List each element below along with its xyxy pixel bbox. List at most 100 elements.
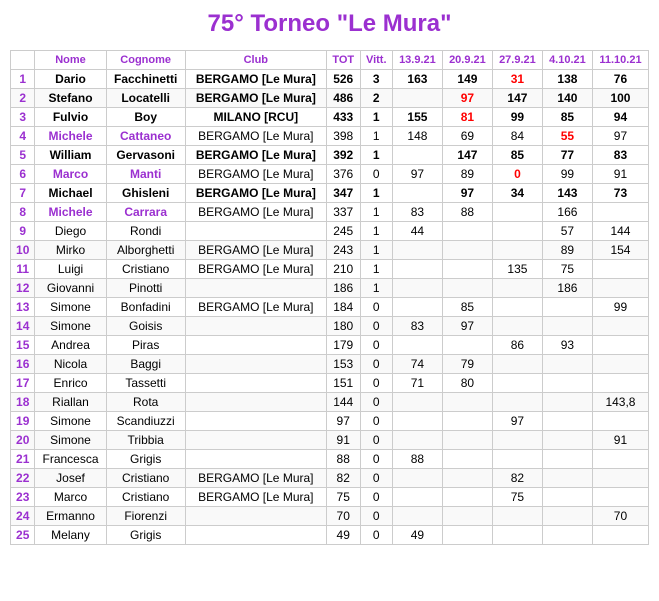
player-cognome: Piras <box>106 336 185 355</box>
player-score-d5: 99 <box>592 298 648 317</box>
player-score-d5: 91 <box>592 431 648 450</box>
player-score-d5: 97 <box>592 127 648 146</box>
player-score-d1 <box>392 507 442 526</box>
table-row: 21FrancescaGrigis88088 <box>11 450 649 469</box>
player-total: 88 <box>326 450 360 469</box>
player-vittorie: 0 <box>360 431 392 450</box>
player-score-d2: 97 <box>442 89 492 108</box>
row-number: 7 <box>11 184 35 203</box>
player-score-d1 <box>392 336 442 355</box>
player-vittorie: 1 <box>360 241 392 260</box>
player-score-d3: 86 <box>492 336 542 355</box>
player-score-d1 <box>392 393 442 412</box>
player-cognome: Baggi <box>106 355 185 374</box>
player-total: 186 <box>326 279 360 298</box>
player-score-d2: 79 <box>442 355 492 374</box>
player-nome: Dario <box>35 70 106 89</box>
player-score-d2: 69 <box>442 127 492 146</box>
player-score-d4 <box>542 298 592 317</box>
player-score-d3 <box>492 222 542 241</box>
player-score-d1: 97 <box>392 165 442 184</box>
player-score-d2: 97 <box>442 317 492 336</box>
player-total: 82 <box>326 469 360 488</box>
player-nome: Marco <box>35 165 106 184</box>
player-score-d3 <box>492 317 542 336</box>
table-row: 12GiovanniPinotti1861186 <box>11 279 649 298</box>
player-score-d4 <box>542 450 592 469</box>
player-vittorie: 1 <box>360 222 392 241</box>
player-score-d2 <box>442 279 492 298</box>
player-score-d1: 71 <box>392 374 442 393</box>
player-total: 97 <box>326 412 360 431</box>
player-club <box>185 450 326 469</box>
row-number: 5 <box>11 146 35 165</box>
row-number: 19 <box>11 412 35 431</box>
player-vittorie: 0 <box>360 412 392 431</box>
player-score-d5 <box>592 336 648 355</box>
player-club: BERGAMO [Le Mura] <box>185 469 326 488</box>
player-nome: Nicola <box>35 355 106 374</box>
player-club: BERGAMO [Le Mura] <box>185 89 326 108</box>
player-vittorie: 0 <box>360 469 392 488</box>
player-nome: Enrico <box>35 374 106 393</box>
table-row: 10MirkoAlborghettiBERGAMO [Le Mura]24318… <box>11 241 649 260</box>
player-nome: William <box>35 146 106 165</box>
table-row: 18RiallanRota1440143,8 <box>11 393 649 412</box>
player-nome: Simone <box>35 298 106 317</box>
player-vittorie: 1 <box>360 260 392 279</box>
player-cognome: Locatelli <box>106 89 185 108</box>
player-nome: Ermanno <box>35 507 106 526</box>
player-score-d1: 83 <box>392 203 442 222</box>
player-score-d1 <box>392 412 442 431</box>
row-number: 17 <box>11 374 35 393</box>
player-score-d5: 144 <box>592 222 648 241</box>
row-number: 3 <box>11 108 35 127</box>
player-score-d5 <box>592 260 648 279</box>
player-nome: Michele <box>35 127 106 146</box>
row-number: 16 <box>11 355 35 374</box>
player-score-d2: 149 <box>442 70 492 89</box>
col-tot: TOT <box>326 51 360 70</box>
player-cognome: Tribbia <box>106 431 185 450</box>
player-nome: Josef <box>35 469 106 488</box>
row-number: 20 <box>11 431 35 450</box>
player-club <box>185 336 326 355</box>
player-score-d3: 75 <box>492 488 542 507</box>
player-vittorie: 0 <box>360 450 392 469</box>
player-cognome: Rondi <box>106 222 185 241</box>
player-total: 180 <box>326 317 360 336</box>
player-score-d5: 70 <box>592 507 648 526</box>
player-nome: Simone <box>35 317 106 336</box>
player-score-d2: 80 <box>442 374 492 393</box>
player-score-d4: 186 <box>542 279 592 298</box>
player-score-d2 <box>442 431 492 450</box>
player-total: 153 <box>326 355 360 374</box>
player-score-d3 <box>492 298 542 317</box>
player-score-d1: 155 <box>392 108 442 127</box>
player-score-d4: 93 <box>542 336 592 355</box>
player-score-d3 <box>492 203 542 222</box>
row-number: 23 <box>11 488 35 507</box>
player-cognome: Boy <box>106 108 185 127</box>
table-row: 23MarcoCristianoBERGAMO [Le Mura]75075 <box>11 488 649 507</box>
player-score-d5: 83 <box>592 146 648 165</box>
table-row: 25MelanyGrigis49049 <box>11 526 649 545</box>
player-club: BERGAMO [Le Mura] <box>185 127 326 146</box>
player-vittorie: 0 <box>360 165 392 184</box>
player-score-d3 <box>492 355 542 374</box>
player-score-d4 <box>542 317 592 336</box>
player-vittorie: 0 <box>360 393 392 412</box>
player-score-d5 <box>592 355 648 374</box>
player-nome: Melany <box>35 526 106 545</box>
player-vittorie: 0 <box>360 526 392 545</box>
row-number: 25 <box>11 526 35 545</box>
player-cognome: Cristiano <box>106 469 185 488</box>
col-nome: Nome <box>35 51 106 70</box>
player-vittorie: 0 <box>360 507 392 526</box>
player-score-d1 <box>392 469 442 488</box>
player-score-d5: 91 <box>592 165 648 184</box>
col-num <box>11 51 35 70</box>
player-nome: Simone <box>35 412 106 431</box>
player-score-d3 <box>492 526 542 545</box>
player-score-d1: 74 <box>392 355 442 374</box>
